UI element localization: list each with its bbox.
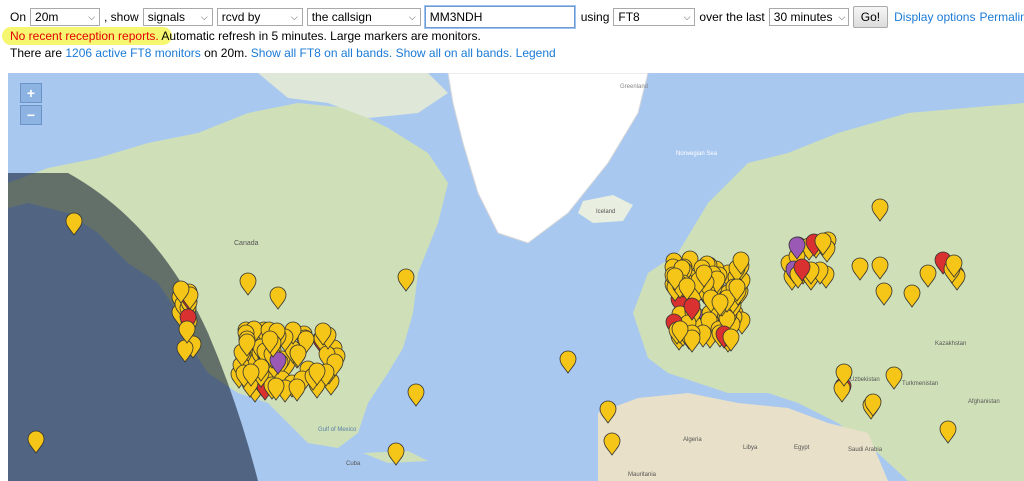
target-type-select[interactable]: the callsign ⌵	[306, 8, 421, 26]
label-turkmenistan: Turkmenistan	[902, 381, 938, 387]
callsign-input[interactable]: MM3NDH	[423, 5, 576, 29]
over-label: over the last	[699, 10, 765, 24]
label-uzbekistan: Uzbekistan	[850, 377, 880, 383]
label-canada: Canada	[234, 240, 259, 247]
label-afghanistan: Afghanistan	[968, 399, 1000, 405]
direction-select[interactable]: rcvd by ⌵	[216, 8, 303, 26]
show-select[interactable]: signals ⌵	[142, 8, 213, 26]
label-iceland: Iceland	[596, 209, 615, 215]
monitors-prefix: There are	[10, 46, 66, 60]
legend-link[interactable]: Legend	[516, 46, 556, 60]
period-value: 30 minutes	[773, 10, 833, 24]
label-greenland: Greenland	[620, 84, 648, 90]
display-options-link[interactable]: Display options	[894, 10, 975, 24]
label-mauritania: Mauritania	[628, 472, 657, 478]
monitors-suffix: on 20m.	[200, 46, 251, 60]
query-row: On 20m ⌵ , show signals ⌵ rcvd by ⌵ the cal…	[10, 5, 1024, 29]
label-gulf-of-mexico: Gulf of Mexico	[318, 427, 357, 433]
mode-value: FT8	[618, 10, 640, 24]
zoom-in-button[interactable]: +	[20, 83, 42, 103]
go-button[interactable]: Go!	[852, 6, 889, 28]
chevron-down-icon: ⌵	[408, 11, 416, 22]
label-cuba: Cuba	[346, 461, 361, 467]
controls-bar: On 20m ⌵ , show signals ⌵ rcvd by ⌵ the cal…	[0, 0, 1024, 70]
direction-value: rcvd by	[221, 10, 261, 24]
show-all-bands-link[interactable]: Show all on all bands.	[396, 46, 513, 60]
active-monitors-link[interactable]: 1206 active FT8 monitors	[65, 46, 200, 60]
label-egypt: Egypt	[794, 445, 810, 451]
band-value: 20m	[35, 10, 59, 24]
show-label: , show	[104, 10, 139, 24]
label-kazakhstan: Kazakhstan	[935, 341, 966, 347]
refresh-info: Automatic refresh in 5 minutes. Large ma…	[158, 29, 481, 43]
map-canvas[interactable]: Canada Greenland Iceland Norwegian Sea K…	[8, 73, 1024, 481]
band-select[interactable]: 20m ⌵	[30, 8, 101, 26]
mode-select[interactable]: FT8 ⌵	[613, 8, 696, 26]
label-libya: Libya	[743, 445, 758, 451]
using-label: using	[580, 10, 610, 24]
chevron-down-icon: ⌵	[88, 11, 96, 22]
chevron-down-icon: ⌵	[200, 11, 208, 22]
chevron-down-icon: ⌵	[290, 11, 298, 22]
on-label: On	[10, 10, 27, 24]
show-value: signals	[147, 10, 186, 24]
label-norwegian-sea: Norwegian Sea	[676, 151, 718, 157]
monitors-line: There are 1206 active FT8 monitors on 20…	[10, 46, 556, 60]
period-select[interactable]: 30 minutes ⌵	[768, 8, 849, 26]
map-view[interactable]: Canada Greenland Iceland Norwegian Sea K…	[8, 73, 1024, 481]
permalink-link[interactable]: Permalink	[979, 10, 1024, 24]
zoom-controls: + −	[20, 83, 42, 127]
show-ft8-all-bands-link[interactable]: Show all FT8 on all bands.	[251, 46, 392, 60]
label-algeria: Algeria	[683, 437, 702, 443]
no-reports-warning: No recent reception reports.	[10, 29, 159, 43]
chevron-down-icon: ⌵	[683, 11, 691, 22]
target-type-value: the callsign	[311, 10, 372, 24]
label-saudi-arabia: Saudi Arabia	[848, 447, 883, 453]
status-line: No recent reception reports. Automatic r…	[10, 29, 481, 43]
chevron-down-icon: ⌵	[838, 11, 846, 22]
zoom-out-button[interactable]: −	[20, 105, 42, 125]
